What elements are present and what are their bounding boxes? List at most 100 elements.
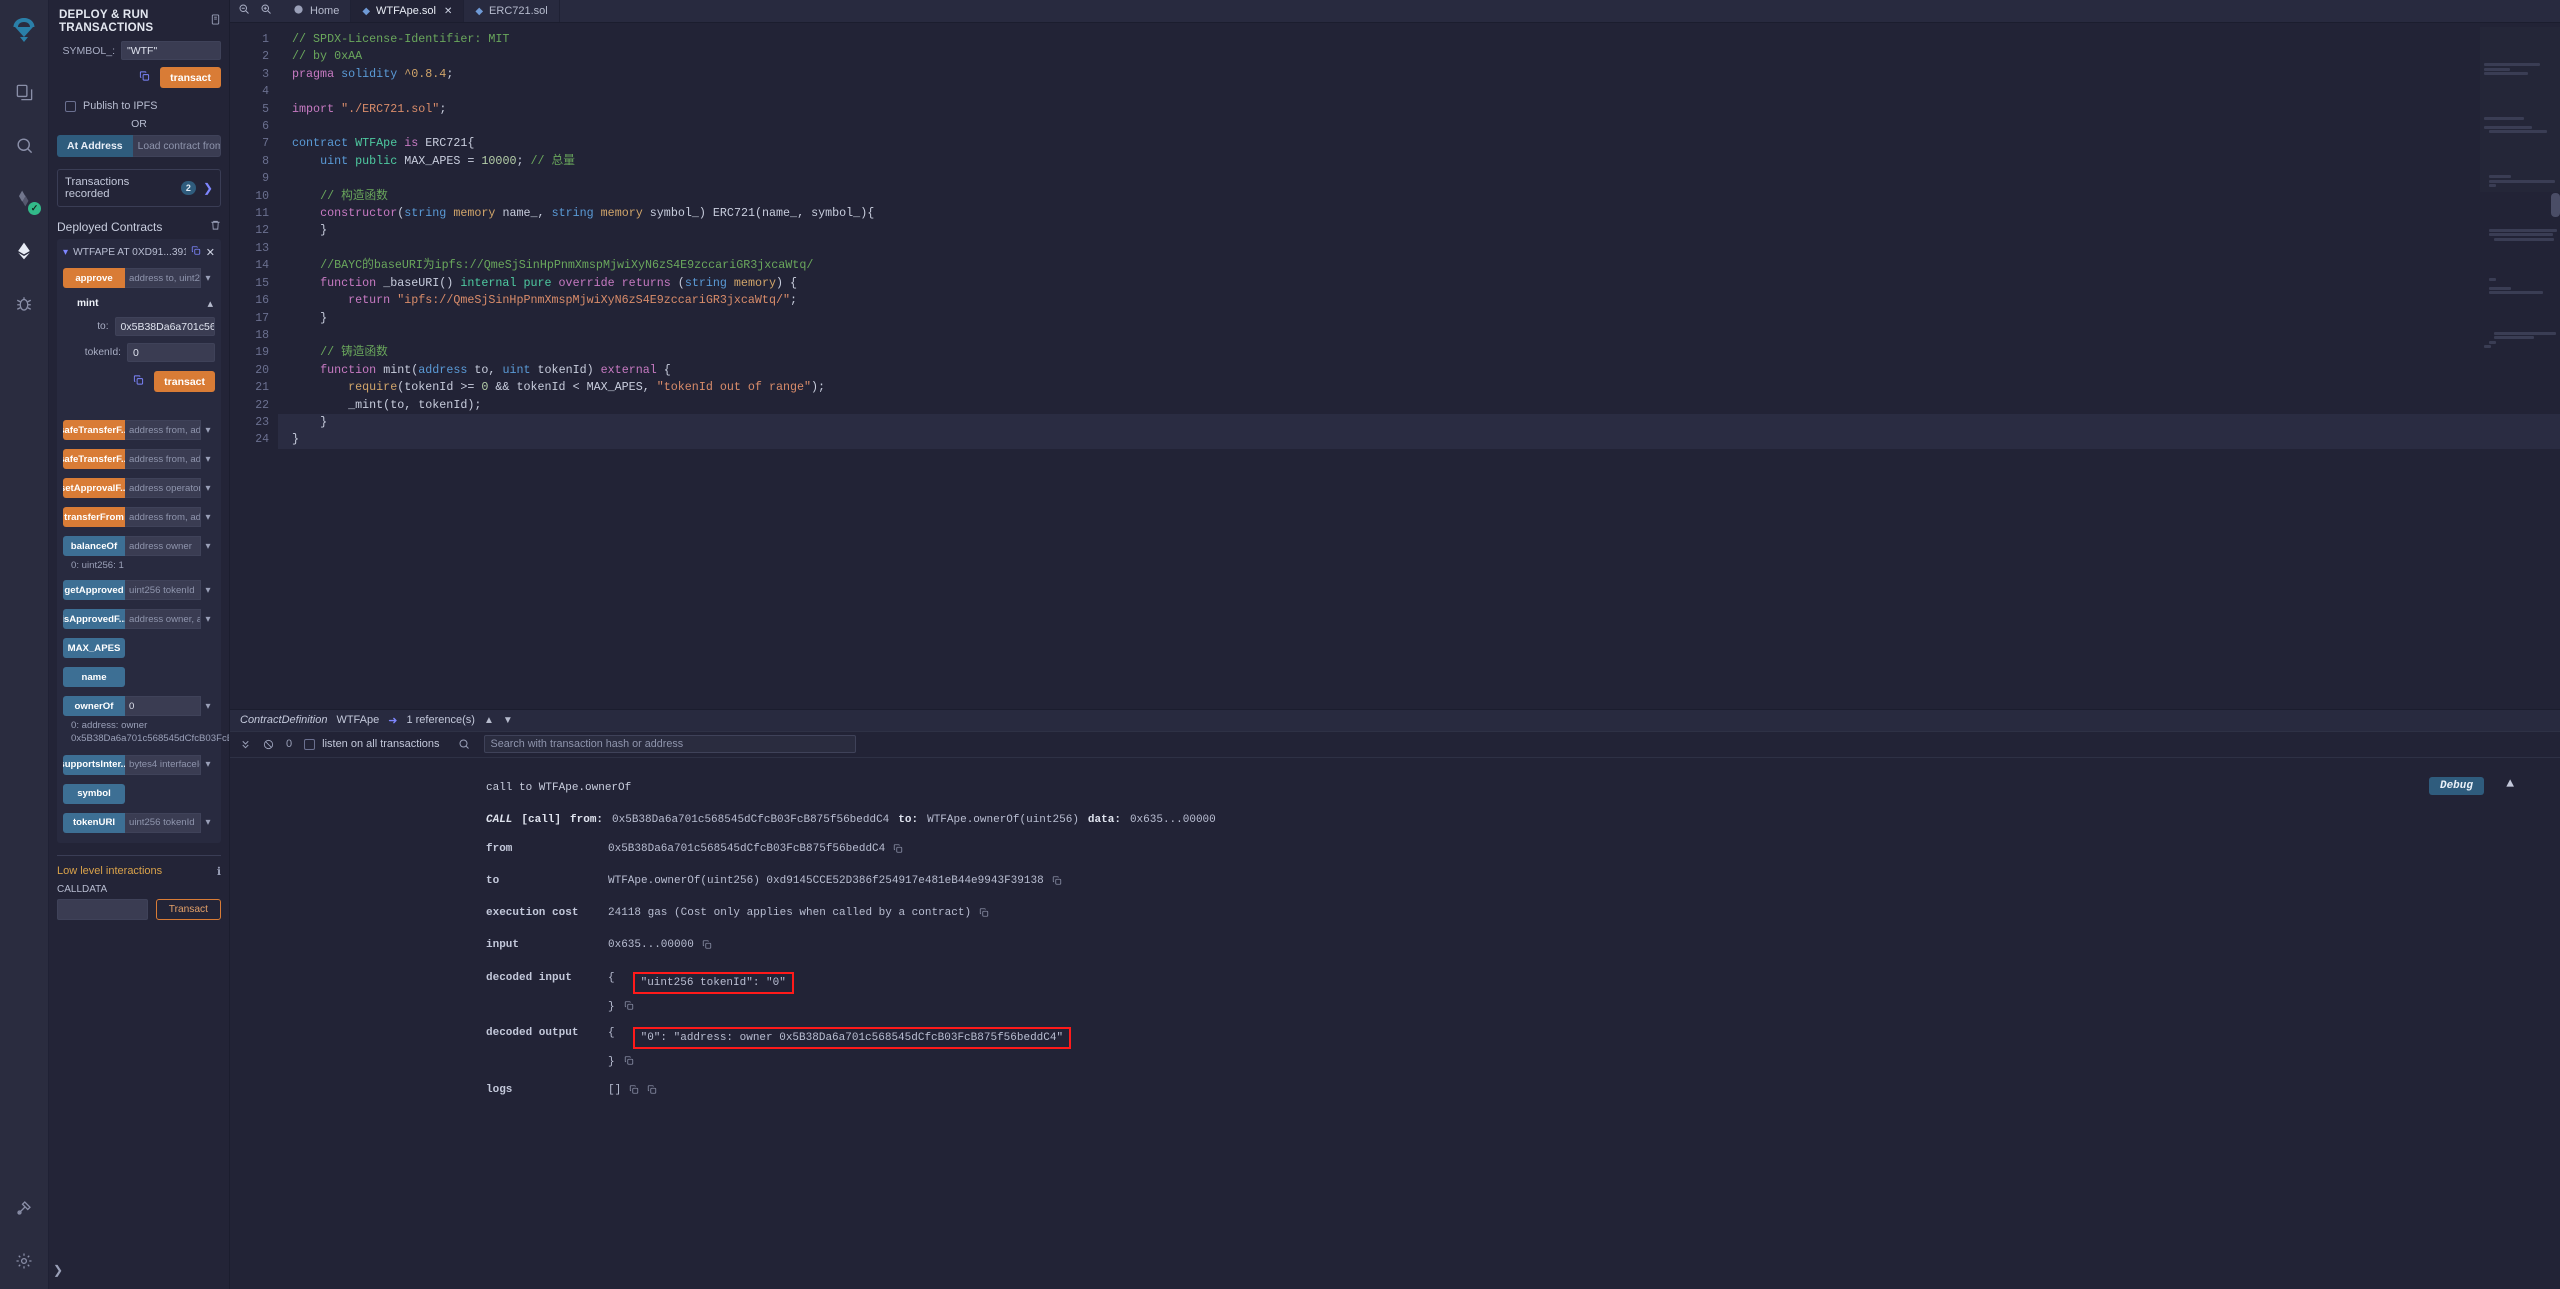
function-input-isapprovedforall[interactable]: address owner, address operator [125,609,201,629]
chevron-down-icon[interactable]: ▾ [201,536,215,556]
chevron-down-icon[interactable]: ▼ [503,715,513,726]
close-icon[interactable]: ✕ [206,246,215,259]
search-icon[interactable] [4,125,44,165]
chevron-down-icon[interactable]: ▾ [63,247,68,258]
function-input-supportsinterface[interactable]: bytes4 interfaceId [125,754,201,775]
function-input-safetransferfrom-2[interactable]: address from, address to, uint256 tokenI… [125,449,201,469]
ban-icon[interactable] [263,739,274,750]
function-button-balanceof[interactable]: balanceOf [63,536,125,556]
mint-to-input[interactable]: 0x5B38Da6a701c56854 [114,317,215,336]
function-button-ownerof[interactable]: ownerOf [63,696,125,716]
function-input-setapprovalforall[interactable]: address operator, bool approved [125,478,201,498]
mint-header[interactable]: mint ▴ [63,297,215,310]
function-input-safetransferfrom-1[interactable]: address from, address to, uint256 tokenI… [125,420,201,440]
low-level-transact-button[interactable]: Transact [155,898,221,920]
trash-icon[interactable] [210,219,221,234]
zoom-out-icon[interactable] [238,2,250,20]
panel-docs-icon[interactable] [210,13,221,29]
chevron-down-icon[interactable]: ▾ [201,449,215,469]
code-content[interactable]: // SPDX-License-Identifier: MIT// by 0xA… [278,23,2560,709]
chevron-down-icon[interactable]: ▾ [201,609,215,629]
file-explorer-icon[interactable] [4,72,44,112]
at-address-button[interactable]: At Address [57,135,133,157]
chevron-up-icon[interactable]: ▴ [207,297,215,310]
copy-icon[interactable] [1052,875,1062,890]
tab-home[interactable]: Home [282,0,352,22]
function-button-isapprovedforall[interactable]: isApprovedF... [63,609,125,629]
plugin-manager-icon[interactable] [4,1188,44,1228]
chevron-down-icon[interactable]: ▾ [201,755,215,775]
function-button-supportsinterface[interactable]: supportsInter... [63,754,125,775]
function-button-safetransferfrom-2[interactable]: safeTransferF... [63,449,125,469]
chevron-down-icon[interactable]: ▾ [201,478,215,498]
at-address-input[interactable]: Load contract from Address [132,135,221,157]
function-input-balanceof[interactable]: address owner [125,536,201,556]
code-editor[interactable]: 1 2 3 4 5 6 7 8 9 10 11 12 13 14 15 16 17 18 19 20 21 22 23 24 … [230,23,2560,709]
listen-all-transactions-checkbox[interactable] [304,738,316,750]
copy-icon[interactable] [624,1055,634,1070]
terminal-search-input[interactable]: Search with transaction hash or address [483,735,856,754]
info-icon[interactable]: ℹ [217,865,221,878]
zoom-in-icon[interactable] [260,2,272,20]
transactions-recorded-section[interactable]: Transactions recorded 2 ❯ [57,169,221,207]
debugger-icon[interactable] [4,284,44,324]
symbol-input[interactable]: "WTF" [121,41,221,60]
function-button-name[interactable]: name [63,667,125,687]
calldata-input[interactable] [57,898,148,920]
copy-icon[interactable] [191,245,201,259]
function-button-approve[interactable]: approve [63,268,125,288]
function-button-safetransferfrom-1[interactable]: safeTransferF... [63,420,125,440]
copy-icon[interactable] [139,69,150,87]
remix-logo-icon[interactable] [4,10,44,50]
copy-icon[interactable] [133,373,144,391]
chevron-down-icon[interactable]: ▾ [201,696,215,716]
deploy-transact-button[interactable]: transact [160,67,221,88]
terminal-call-summary[interactable]: CALL [call] from: 0x5B38Da6a701c568545dC… [230,814,2560,826]
listen-all-transactions-row[interactable]: listen on all transactions [304,738,440,750]
copy-icon[interactable] [629,1084,639,1099]
context-references[interactable]: 1 reference(s) [406,714,474,726]
chevron-up-icon[interactable]: ▲ [2506,776,2514,791]
function-input-getapproved[interactable]: uint256 tokenId [125,580,201,600]
tab-erc721-sol[interactable]: ◆ ERC721.sol [464,0,560,22]
function-button-symbol[interactable]: symbol [63,783,125,804]
copy-icon[interactable] [624,1000,634,1015]
deployed-contract-header[interactable]: ▾ WTFAPE AT 0XD91...39138 (MEMORY) ✕ [63,245,215,259]
deploy-run-icon[interactable] [4,231,44,271]
go-to-reference-icon[interactable]: ➜ [388,714,397,727]
chevrons-down-icon[interactable] [240,739,251,750]
function-input-approve[interactable]: address to, uint256 tokenId [125,268,201,288]
chevron-down-icon[interactable]: ▾ [201,813,215,833]
mint-tokenid-input[interactable]: 0 [127,343,215,362]
close-icon[interactable]: ✕ [444,6,452,17]
chevron-down-icon[interactable]: ▾ [201,580,215,600]
solidity-compiler-icon[interactable]: ✓ [4,178,44,218]
chevron-down-icon[interactable]: ▾ [201,507,215,527]
publish-ipfs-row[interactable]: Publish to IPFS [65,100,221,112]
editor-minimap[interactable] [2480,27,2560,349]
function-button-setapprovalforall[interactable]: setApprovalF... [63,478,125,498]
chevron-down-icon[interactable]: ▾ [201,268,215,288]
copy-icon[interactable] [979,907,989,922]
chevron-right-icon[interactable]: ❯ [203,181,213,195]
function-input-ownerof[interactable]: 0 [125,696,201,716]
function-input-transferfrom[interactable]: address from, address to, uint256 tokenI… [125,507,201,527]
function-button-tokenuri[interactable]: tokenURI [63,812,125,833]
tab-wtfape-sol[interactable]: ◆ WTFApe.sol ✕ [351,0,465,22]
mint-transact-button[interactable]: transact [154,371,215,392]
settings-gear-icon[interactable] [4,1241,44,1281]
chevron-down-icon[interactable]: ▾ [201,420,215,440]
function-button-max-apes[interactable]: MAX_APES [63,638,125,658]
search-icon[interactable] [458,738,470,750]
function-button-transferfrom[interactable]: transferFrom [63,507,125,527]
publish-ipfs-checkbox[interactable] [65,100,76,112]
copy-logs-icon[interactable] [647,1084,657,1099]
editor-scrollbar[interactable] [2551,193,2560,217]
function-input-tokenuri[interactable]: uint256 tokenId [125,812,201,833]
copy-icon[interactable] [893,843,903,858]
panel-expand-handle[interactable]: ❯ [53,1263,63,1277]
function-button-getapproved[interactable]: getApproved [63,580,125,600]
debug-button[interactable]: Debug [2428,776,2484,795]
copy-icon[interactable] [702,939,712,954]
chevron-up-icon[interactable]: ▲ [484,715,494,726]
